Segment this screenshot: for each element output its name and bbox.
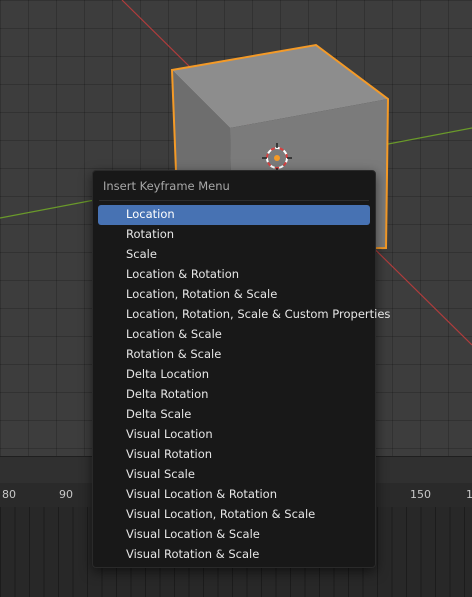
menu-title: Insert Keyframe Menu: [103, 179, 230, 193]
menu-item-visual-location-rotation[interactable]: Visual Location & Rotation: [98, 485, 370, 505]
menu-item-scale[interactable]: Scale: [98, 245, 370, 265]
frame-tick-label: 1: [466, 488, 472, 501]
menu-item-location-scale[interactable]: Location & Scale: [98, 325, 370, 345]
insert-keyframe-menu: Insert Keyframe Menu Location Rotation S…: [92, 170, 390, 568]
menu-item-location[interactable]: Location: [98, 205, 370, 225]
menu-item-delta-scale[interactable]: Delta Scale: [98, 405, 370, 425]
menu-item-rotation[interactable]: Rotation: [98, 225, 370, 245]
menu-item-delta-location[interactable]: Delta Location: [98, 365, 370, 385]
menu-item-visual-location[interactable]: Visual Location: [98, 425, 370, 445]
frame-tick-label: 80: [2, 488, 16, 501]
menu-item-location-rotation[interactable]: Location & Rotation: [98, 265, 370, 285]
menu-item-delta-rotation[interactable]: Delta Rotation: [98, 385, 370, 405]
frame-tick-label: 150: [410, 488, 431, 501]
menu-item-visual-scale[interactable]: Visual Scale: [98, 465, 370, 485]
menu-item-list: Location Rotation Scale Location & Rotat…: [98, 205, 390, 565]
menu-separator: [99, 200, 369, 201]
frame-tick-label: 90: [59, 488, 73, 501]
menu-item-visual-location-scale[interactable]: Visual Location & Scale: [98, 525, 370, 545]
menu-item-visual-rotation-scale[interactable]: Visual Rotation & Scale: [98, 545, 370, 565]
menu-item-rotation-scale[interactable]: Rotation & Scale: [98, 345, 370, 365]
menu-item-location-rotation-scale[interactable]: Location, Rotation & Scale: [98, 285, 370, 305]
object-origin-icon: [274, 155, 280, 161]
menu-item-visual-rotation[interactable]: Visual Rotation: [98, 445, 370, 465]
menu-item-location-rotation-scale-custom[interactable]: Location, Rotation, Scale & Custom Prope…: [98, 305, 390, 325]
menu-item-visual-location-rotation-scale[interactable]: Visual Location, Rotation & Scale: [98, 505, 370, 525]
